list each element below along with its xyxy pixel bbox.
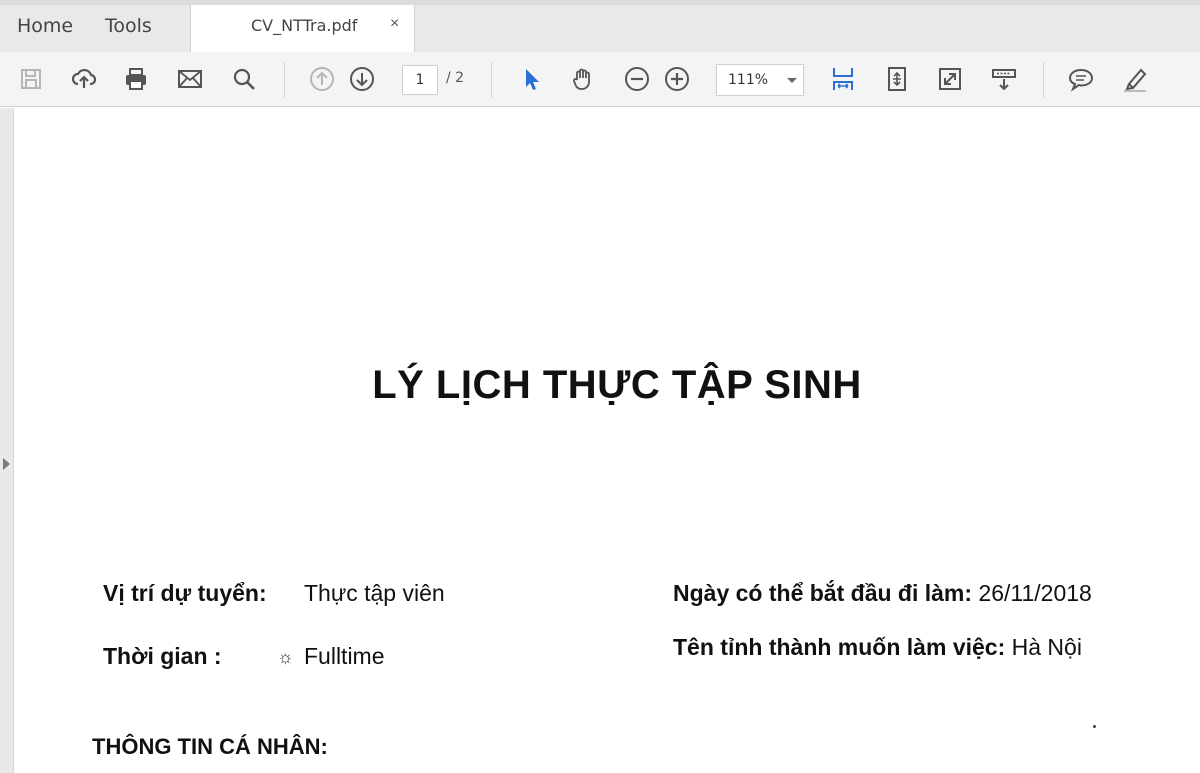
fit-width-icon[interactable] (828, 64, 858, 94)
save-icon[interactable] (16, 64, 46, 94)
comment-icon[interactable] (1066, 64, 1096, 94)
city-field: Tên tỉnh thành muốn làm việc: Hà Nội (673, 634, 1082, 661)
time-value: Fulltime (304, 643, 385, 669)
toolbar: 1 / 2 111% (0, 52, 1200, 107)
close-icon[interactable]: × (390, 15, 399, 33)
email-icon[interactable] (175, 64, 205, 94)
chevron-right-icon (3, 458, 10, 470)
section-heading-personal: THÔNG TIN CÁ NHÂN: (92, 734, 328, 759)
hand-tool-icon[interactable] (568, 64, 598, 94)
chevron-down-icon (787, 78, 797, 83)
start-date-value: 26/11/2018 (978, 580, 1092, 606)
zoom-select[interactable]: 111% (716, 64, 804, 96)
dot-mark (1093, 725, 1096, 728)
radio-icon: ☼ (277, 647, 294, 667)
toolbar-separator (491, 62, 492, 98)
read-mode-icon[interactable] (989, 64, 1019, 94)
position-field: Vị trí dự tuyển: Thực tập viên (103, 580, 445, 607)
tab-strip (0, 5, 1200, 52)
highlight-icon[interactable] (1120, 64, 1150, 94)
prev-page-icon[interactable] (307, 64, 337, 94)
print-icon[interactable] (121, 64, 151, 94)
start-date-label: Ngày có thể bắt đầu đi làm: (673, 580, 973, 606)
fullscreen-icon[interactable] (935, 64, 965, 94)
search-icon[interactable] (229, 64, 259, 94)
next-page-icon[interactable] (347, 64, 377, 94)
start-date-field: Ngày có thể bắt đầu đi làm: 26/11/2018 (673, 580, 1092, 607)
fit-page-icon[interactable] (882, 64, 912, 94)
city-value: Hà Nội (1011, 634, 1082, 660)
zoom-in-icon[interactable] (662, 64, 692, 94)
toolbar-separator (284, 62, 285, 98)
toolbar-separator (1043, 62, 1044, 98)
city-label: Tên tỉnh thành muốn làm việc: (673, 634, 1006, 660)
tab-home[interactable]: Home (17, 5, 73, 52)
document-tab-label: CV_NTTra.pdf (251, 16, 358, 35)
upload-cloud-icon[interactable] (69, 64, 99, 94)
document-tab[interactable]: CV_NTTra.pdf × (190, 5, 415, 53)
tab-tools[interactable]: Tools (105, 5, 152, 52)
page-total: / 2 (446, 70, 465, 86)
navigation-pane-toggle[interactable] (0, 108, 14, 773)
time-field: Thời gian : ☼ Fulltime (103, 643, 385, 670)
tab-bar: Home Tools CV_NTTra.pdf × (0, 0, 1200, 53)
zoom-out-icon[interactable] (622, 64, 652, 94)
position-value: Thực tập viên (304, 580, 445, 606)
time-label: Thời gian : (103, 643, 222, 669)
position-label: Vị trí dự tuyển: (103, 580, 267, 606)
page-title: LÝ LỊCH THỰC TẬP SINH (372, 363, 862, 407)
pdf-page: LÝ LỊCH THỰC TẬP SINH Vị trí dự tuyển: T… (15, 108, 1200, 773)
select-cursor-icon[interactable] (516, 64, 546, 94)
page-number-input[interactable]: 1 (402, 65, 438, 95)
zoom-value: 111% (728, 72, 769, 88)
